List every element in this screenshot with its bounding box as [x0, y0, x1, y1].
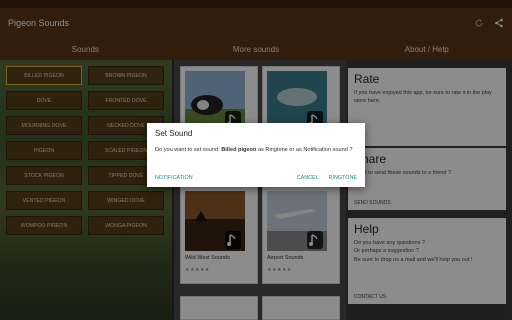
ringtone-button[interactable]: RINGTONE [329, 175, 357, 181]
cancel-button[interactable]: CANCEL [297, 175, 319, 181]
dialog-message: Do you want to set sound: Billed pigeon … [155, 146, 357, 154]
notification-button[interactable]: NOTIFICATION [155, 175, 193, 181]
dialog-title: Set Sound [155, 129, 193, 138]
set-sound-dialog: Set Sound Do you want to set sound: Bill… [147, 123, 365, 187]
dialog-sound-name: Billed pigeon [221, 147, 257, 153]
dialog-actions: NOTIFICATION CANCEL RINGTONE [155, 175, 357, 181]
dialog-message-suffix: as Ringtone or as Notification sound ? [257, 147, 353, 153]
dialog-message-prefix: Do you want to set sound: [155, 147, 220, 153]
